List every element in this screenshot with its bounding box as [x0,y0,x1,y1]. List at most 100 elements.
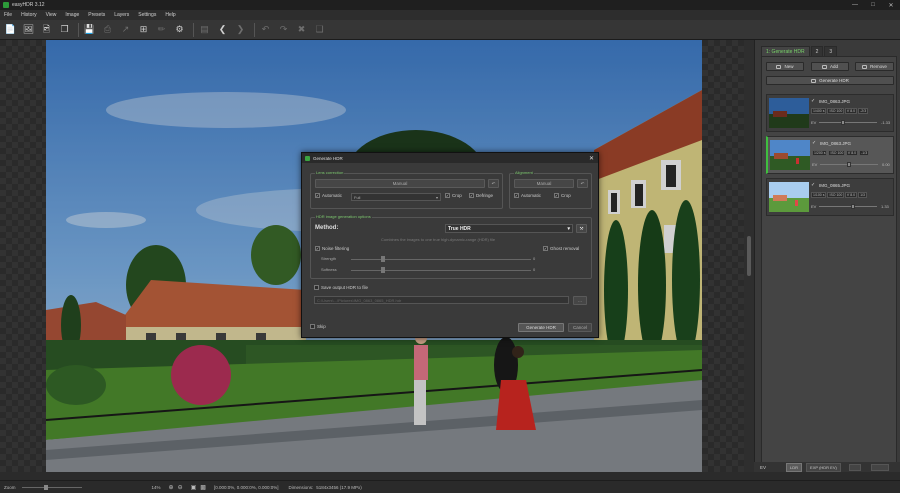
brush-icon[interactable]: ✏ [154,22,169,37]
title-bar: easyHDR 3.12 — □ ✕ [0,0,900,10]
generate-hdr-dialog: Generate HDR ✕ Lens correction Manual ↶ … [301,152,599,338]
defringe-label: Defringe [476,193,494,198]
align-manual-button[interactable]: Manual [514,179,574,188]
dimensions-label: Dimensions: [288,484,314,490]
menu-settings[interactable]: Settings [138,12,156,18]
image-checkbox[interactable]: ✓ [812,140,816,146]
lens-reset-icon[interactable]: ↶ [488,179,499,188]
settings-gear-icon[interactable]: ⚙ [172,22,187,37]
dialog-generate-hdr-button[interactable]: Generate HDR [518,323,564,332]
browse-button[interactable]: … [573,296,587,305]
app-icon [3,2,9,8]
strength-value: 0 [533,256,536,261]
open-hdr-icon[interactable]: 🖻 [39,22,54,37]
zoom-slider[interactable] [21,484,82,490]
camera-icon[interactable]: ▣ [191,484,197,491]
options-dropdown[interactable] [870,463,889,471]
image-checkbox[interactable]: ✓ [811,182,815,188]
menu-layers[interactable]: Layers [114,12,129,18]
strength-slider[interactable] [351,259,531,260]
tab-2[interactable]: 2 [810,46,824,56]
softness-slider[interactable] [351,270,531,271]
open-images-icon[interactable]: 🖼 [21,22,36,37]
image-list-item[interactable]: ✓ IMG_0865.JPG 1/100 s ISO 100 f/ 8.0 1/… [766,178,894,216]
lens-profile-value: Full [354,194,361,200]
noise-filtering-checkbox[interactable]: ✓ Noise filtering [315,246,349,251]
zoom-in-icon[interactable]: ⊕ [169,484,174,491]
menu-image[interactable]: Image [65,12,79,18]
strength-slider-knob[interactable] [381,256,385,262]
menu-bar: File History View Image Presets Layers S… [0,10,900,20]
toolbar-divider [193,22,194,37]
lens-profile-select[interactable]: Full ▾ [351,193,441,201]
maximize-icon[interactable]: □ [864,0,882,10]
menu-history[interactable]: History [21,12,37,18]
zoom-out-icon[interactable]: ⊖ [178,484,183,491]
tab-3[interactable]: 3 [824,46,838,56]
ev-label: EV [811,204,817,209]
export-icon[interactable]: ↗ [118,22,133,37]
generate-hdr-button[interactable]: Generate HDR [766,76,894,85]
menu-file[interactable]: File [4,12,12,18]
monitor-icon[interactable]: ▩ [200,484,206,491]
exif-iso: ISO 100 [828,150,846,156]
checkbox-box: ✓ [445,193,450,198]
right-panel: 1: Generate HDR 2 3 New Add Remove Gener… [754,40,900,472]
remove-button[interactable]: Remove [855,62,894,71]
zoom-slider-knob[interactable] [43,484,48,490]
image-list-item[interactable]: ✓ IMG_0863.JPG 1/400 s ISO 100 f/ 8.0 -2… [766,94,894,132]
lens-automatic-checkbox[interactable]: ✓ Automatic [315,193,342,198]
print-icon[interactable]: ⎙ [100,22,115,37]
ev-label: EV [811,120,817,125]
align-automatic-checkbox[interactable]: ✓ Automatic [514,193,541,198]
alignment-label: Alignment [514,170,534,175]
dialog-cancel-button[interactable]: Cancel [568,323,592,332]
reset-icon[interactable]: ✖ [294,22,309,37]
method-settings-icon[interactable]: ⚒ [576,224,587,233]
dialog-close-icon[interactable]: ✕ [589,155,594,162]
menu-view[interactable]: View [46,12,57,18]
defringe-checkbox[interactable]: ✓ Defringe [469,193,493,198]
add-button[interactable]: Add [811,62,849,71]
undo-icon[interactable]: ↶ [258,22,273,37]
dialog-title-bar: Generate HDR ✕ [302,153,598,163]
lens-crop-checkbox[interactable]: ✓ Crop [445,193,462,198]
back-circle-icon[interactable]: ❮ [215,22,230,37]
image-list-item-selected[interactable]: ✓ IMG_0863.JPG 1/200 s ISO 100 f/ 8.0 -1… [766,136,894,174]
new-button[interactable]: New [766,62,804,71]
minimize-icon[interactable]: — [846,0,864,10]
toolbar-divider [254,22,255,37]
forward-circle-icon[interactable]: ❯ [233,22,248,37]
ldr-button[interactable]: LDR [786,462,803,472]
ghost-removal-checkbox[interactable]: ✓ Ghost removal [543,246,579,251]
crop-icon[interactable]: ⊞ [136,22,151,37]
tab-generate-hdr[interactable]: 1: Generate HDR [761,46,810,56]
compare-icon[interactable]: ▤ [197,22,212,37]
scrollbar-thumb[interactable] [747,236,751,276]
close-icon[interactable]: ✕ [882,0,900,10]
new-document-icon[interactable]: 📄 [3,22,18,37]
menu-presets[interactable]: Presets [88,12,105,18]
exp-button[interactable]: EXP (HDR EV) [806,462,841,472]
method-select[interactable]: True HDR ▾ [445,224,573,233]
save-icon[interactable]: 💾 [82,22,97,37]
output-path-value: C:\Users\...\Pictures\IMG_0863_0865_HDR.… [317,297,402,303]
ev-slider-knob[interactable] [847,162,851,167]
align-reset-icon[interactable]: ↶ [577,179,588,188]
layers-icon[interactable]: ❑ [312,22,327,37]
align-crop-checkbox[interactable]: ✓ Crop [554,193,571,198]
ev-slider-knob[interactable] [841,120,846,125]
exif-iso: ISO 100 [827,192,845,198]
save-output-checkbox[interactable]: Save output HDR to file [314,285,368,290]
ev-slider-knob[interactable] [850,204,855,209]
vertical-scrollbar[interactable] [744,40,754,472]
skip-checkbox[interactable]: Skip [310,324,326,329]
image-checkbox[interactable]: ✓ [811,98,815,104]
lens-manual-button[interactable]: Manual [315,179,485,188]
batch-icon[interactable]: ❐ [57,22,72,37]
output-path-field[interactable]: C:\Users\...\Pictures\IMG_0863_0865_HDR.… [314,296,569,304]
menu-help[interactable]: Help [165,12,175,18]
softness-slider-knob[interactable] [381,267,385,273]
redo-icon[interactable]: ↷ [276,22,291,37]
histogram-button[interactable] [848,463,861,471]
